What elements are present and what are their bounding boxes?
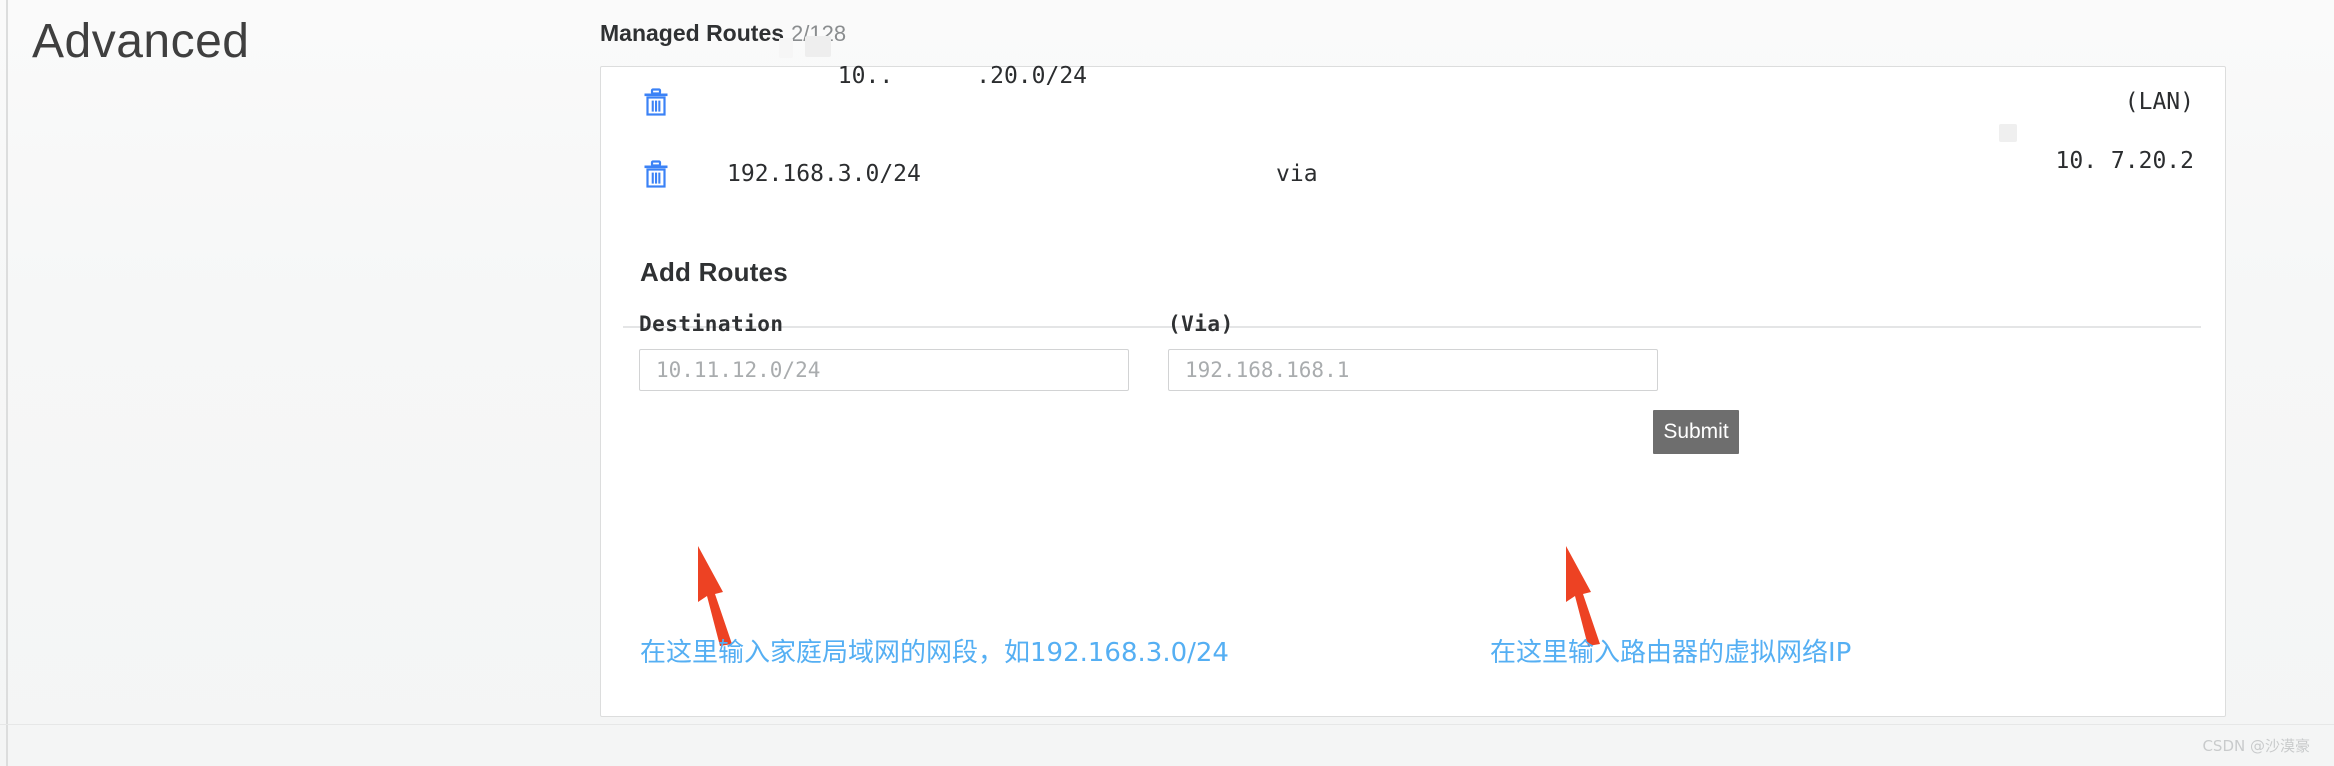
submit-button[interactable]: Submit: [1653, 410, 1739, 454]
route-destination: 10.. .20.0/24: [727, 36, 1088, 167]
annotation-destination-note: 在这里输入家庭局域网的网段，如192.168.3.0/24: [640, 638, 1229, 668]
bottom-divider: [0, 724, 2334, 725]
via-field-group: (Via): [1168, 312, 1658, 391]
managed-routes-card: 10.. .20.0/24 (LAN) 192.168.3.0/24 via 1…: [600, 36, 2226, 717]
route-via-label: via: [1276, 161, 1318, 187]
destination-input[interactable]: [639, 349, 1129, 391]
destination-label: Destination: [639, 312, 784, 336]
route-destination: 192.168.3.0/24: [727, 161, 921, 187]
add-routes-title: Add Routes: [640, 257, 788, 287]
via-input[interactable]: [1168, 349, 1658, 391]
table-row: 10.. .20.0/24 (LAN): [634, 36, 2194, 126]
watermark: CSDN @沙漠豪: [2202, 737, 2310, 755]
table-row: 192.168.3.0/24 via 10. 7.20.2: [634, 124, 2194, 198]
route-via-address: 10. 7.20.2: [1945, 122, 2194, 226]
annotation-via-note: 在这里输入路由器的虚拟网络IP: [1490, 638, 1852, 668]
trash-icon[interactable]: [634, 88, 678, 116]
via-label: (Via): [1168, 312, 1234, 336]
redaction-mask: [805, 36, 831, 57]
left-edge-divider: [6, 0, 8, 766]
trash-icon[interactable]: [634, 160, 678, 188]
add-routes-heading: Add Routes: [640, 257, 788, 288]
redaction-mask: [1998, 124, 2017, 142]
redaction-mask: [779, 38, 793, 58]
page-title: Advanced: [32, 15, 250, 68]
route-destination-text: 10.. .20.0/24: [837, 63, 1088, 89]
destination-field-group: Destination: [639, 312, 1129, 391]
route-via-address-text: 10. 7.20.2: [2055, 148, 2194, 174]
route-interface-label: (LAN): [2124, 89, 2194, 115]
